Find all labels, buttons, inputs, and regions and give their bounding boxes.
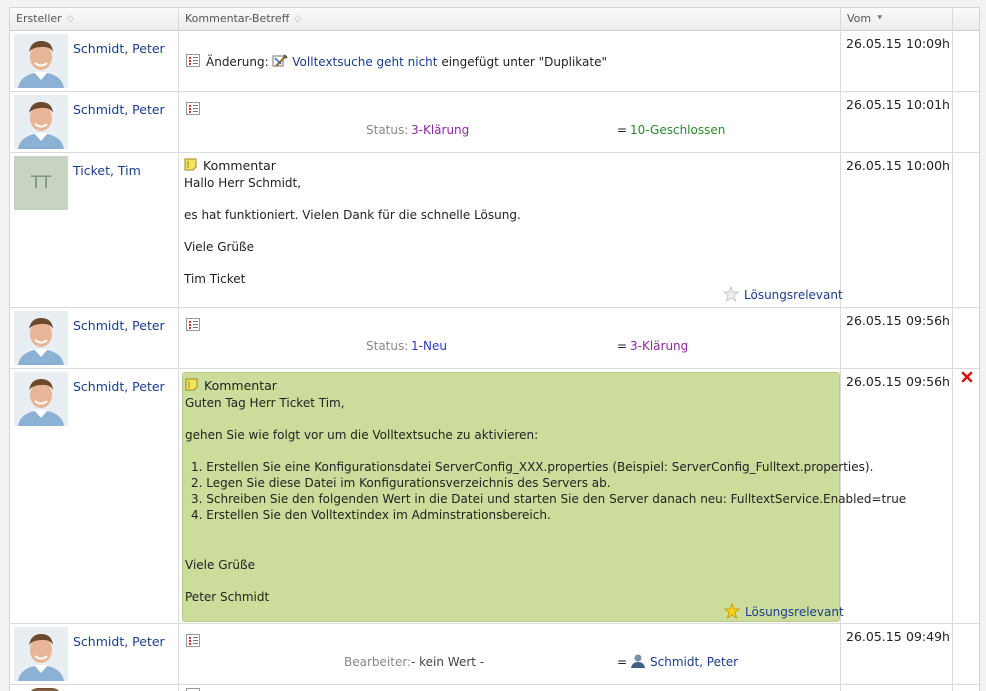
comment-note-icon [184,158,197,171]
comment-line: Peter Schmidt [185,590,270,604]
comment-title: Kommentar [203,158,276,173]
change-prefix: Änderung: [206,55,269,69]
time: 10:01h [906,97,950,112]
ticket-tools-icon [272,54,289,67]
new-value: 10-Geschlossen [630,123,726,137]
comment-line: es hat funktioniert. Vielen Dank für die… [184,208,521,222]
author-link[interactable]: Schmidt, Peter [73,102,165,117]
time: 10:09h [906,36,950,51]
delete-icon[interactable] [961,371,973,383]
step-item: 4. Erstellen Sie den Volltextindex im Ad… [191,508,551,522]
avatar [14,34,68,88]
equals-sign: = [617,339,628,353]
author-link[interactable]: Schmidt, Peter [73,41,165,56]
avatar-initials: TT [14,156,68,210]
column-header-actions [953,8,979,30]
author-link[interactable]: Schmidt, Peter [73,634,165,649]
solution-comment-box: Kommentar Guten Tag Herr Ticket Tim, geh… [182,372,906,622]
table-row: Schmidt, Peter Änderung: Volltextsuche g… [10,30,979,92]
new-value: 3-Klärung [630,339,689,353]
time: 09:56h [906,313,950,328]
comment-title: Kommentar [204,378,277,393]
date: 26.05.15 [846,374,902,389]
comment-note-icon [185,378,198,391]
user-icon [631,654,645,668]
solution-relevant-link[interactable]: Lösungsrelevant [744,288,843,302]
solution-relevant-link[interactable]: Lösungsrelevant [745,605,844,619]
change-list-icon [186,54,200,67]
field-label: Bearbeiter: [344,655,412,669]
change-suffix: eingefügt unter "Duplikate" [441,55,607,69]
comment-line: Tim Ticket [184,272,246,286]
column-header-label: Kommentar-Betreff [185,12,290,25]
ticket-link[interactable]: Volltextsuche geht nicht [292,55,437,69]
time: 09:56h [906,374,950,389]
step-item: 3. Schreiben Sie den folgenden Wert in d… [191,492,907,506]
sort-icon: ◇ [66,14,74,24]
table-row: Schmidt, Peter Status: 3-Klärung = 10-Ge… [10,91,979,153]
comment-line: gehen Sie wie folgt vor um die Volltexts… [185,428,539,442]
column-header-label: Ersteller [16,12,62,25]
table-header: Ersteller ◇ Kommentar-Betreff ◇ Vom ⯆ [10,8,979,31]
date: 26.05.15 [846,629,902,644]
column-header-label: Vom [847,12,872,25]
step-item: 1. Erstellen Sie eine Konfigurationsdate… [191,460,874,474]
star-outline-icon[interactable] [723,286,739,302]
sort-desc-icon: ⯆ [876,14,884,24]
avatar [14,95,68,149]
avatar [14,372,68,426]
table-row: Schmidt, Peter Status: 1-Neu = 3-Klärung… [10,307,979,369]
column-header-creator[interactable]: Ersteller ◇ [10,8,179,30]
date: 26.05.15 [846,36,902,51]
equals-sign: = [617,123,628,137]
comment-line: Viele Grüße [184,240,254,254]
time: 10:00h [906,158,950,173]
column-header-subject[interactable]: Kommentar-Betreff ◇ [179,8,841,30]
date: 26.05.15 [846,313,902,328]
comment-table: Ersteller ◇ Kommentar-Betreff ◇ Vom ⯆ Schmi… [9,7,980,691]
author-link[interactable]: Ticket, Tim [73,163,141,178]
old-value: - kein Wert - [411,655,485,669]
date: 26.05.15 [846,97,902,112]
field-label: Status: [366,123,409,137]
old-value: 1-Neu [411,339,447,353]
avatar [14,627,68,681]
time: 09:49h [906,629,950,644]
comment-line: Viele Grüße [185,558,255,572]
table-row: Schmidt, Peter Bearbeiter: - kein Wert -… [10,623,979,685]
new-value-user-link[interactable]: Schmidt, Peter [650,655,738,669]
sort-icon: ◇ [294,14,302,24]
table-row: TT Ticket, Tim Kommentar Hallo Herr Schm… [10,152,979,308]
change-list-icon [186,634,200,647]
comment-line: Guten Tag Herr Ticket Tim, [185,396,345,410]
change-list-icon [186,102,200,115]
star-filled-icon[interactable] [724,603,740,619]
author-link[interactable]: Schmidt, Peter [73,318,165,333]
change-list-icon [186,318,200,331]
date: 26.05.15 [846,158,902,173]
equals-sign: = [617,655,628,669]
author-link[interactable]: Schmidt, Peter [73,379,165,394]
comment-line: Hallo Herr Schmidt, [184,176,302,190]
step-item: 2. Legen Sie diese Datei im Konfiguratio… [191,476,611,490]
old-value: 3-Klärung [411,123,470,137]
avatar [14,311,68,365]
change-text: Änderung: Volltextsuche geht nicht einge… [206,54,607,69]
column-header-date[interactable]: Vom ⯆ [841,8,953,30]
field-label: Status: [366,339,409,353]
